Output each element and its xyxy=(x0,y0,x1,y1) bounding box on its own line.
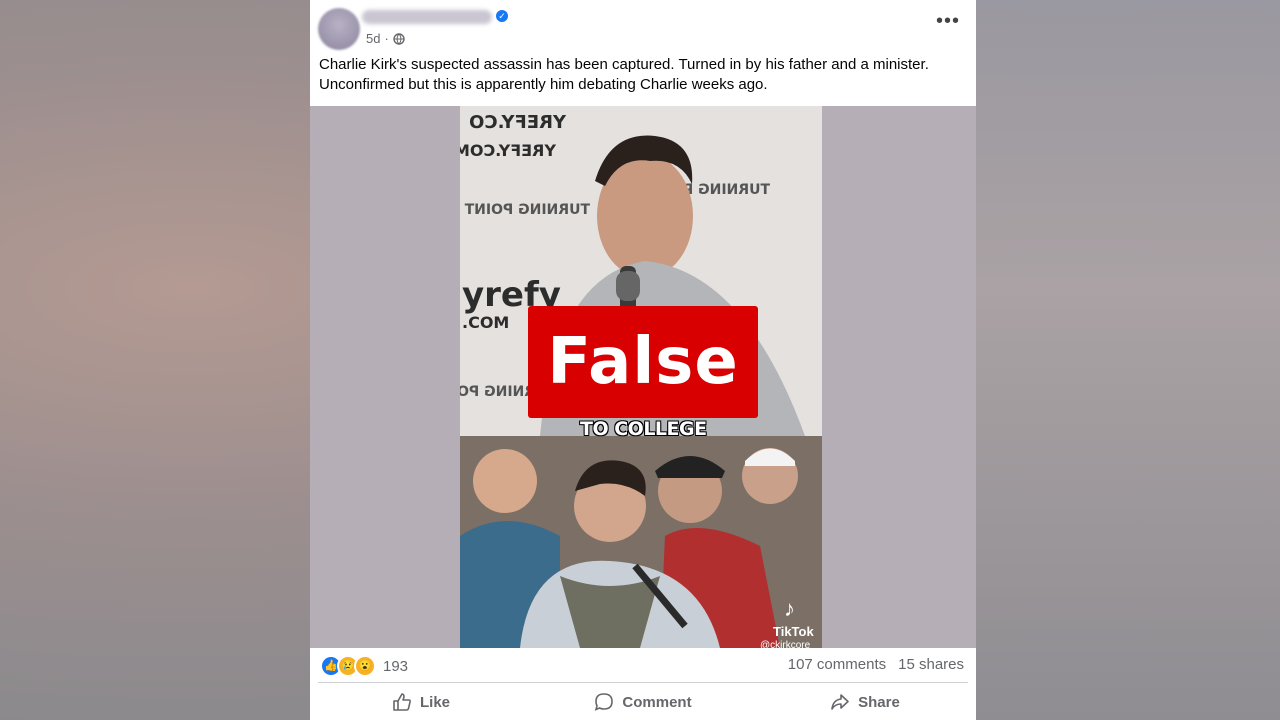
post-meta: 5d · xyxy=(366,31,405,46)
comment-icon xyxy=(595,693,614,711)
backdrop-text-6: .COM xyxy=(462,313,509,332)
post-text-line-1: Charlie Kirk's suspected assassin has be… xyxy=(319,56,929,73)
post-header: ✓ 5d · ••• xyxy=(310,0,976,52)
comment-button[interactable]: Comment xyxy=(532,684,754,720)
post-text-line-2: Unconfirmed but this is apparently him d… xyxy=(319,76,768,93)
post-time[interactable]: 5d xyxy=(366,31,380,46)
reactions-summary[interactable]: 👍 😢 😮 193 xyxy=(320,655,408,677)
avatar[interactable] xyxy=(318,8,360,50)
comments-count[interactable]: 107 comments xyxy=(788,656,886,673)
tiktok-label: TikTok xyxy=(773,624,814,639)
thumbs-up-icon xyxy=(393,693,411,711)
tiktok-icon: ♪ xyxy=(784,596,795,621)
share-icon xyxy=(831,694,849,710)
backdrop-text-3: TURNING POINT USA xyxy=(460,202,590,218)
divider xyxy=(318,682,968,683)
globe-icon xyxy=(393,32,405,45)
caption-text: TO COLLEGE xyxy=(580,418,707,440)
reaction-count[interactable]: 193 xyxy=(383,658,408,675)
facebook-post-card: ✓ 5d · ••• Charlie Kirk's suspected assa… xyxy=(310,0,976,720)
post-actions: Like Comment Share xyxy=(310,684,976,720)
like-button[interactable]: Like xyxy=(310,684,532,720)
more-options-icon[interactable]: ••• xyxy=(936,11,959,36)
post-text: Charlie Kirk's suspected assassin has be… xyxy=(319,55,959,95)
shares-count[interactable]: 15 shares xyxy=(898,656,964,673)
author-name-blurred[interactable] xyxy=(362,10,492,24)
engagement-counts: 107 comments 15 shares xyxy=(788,656,964,673)
tiktok-handle: @ckirkcore xyxy=(760,640,811,648)
backdrop-text-1: YREFY.CO xyxy=(469,112,567,133)
background-blur-right xyxy=(976,0,1280,720)
verified-badge-icon: ✓ xyxy=(496,10,508,22)
backdrop-text-2: YREFY.COM xyxy=(460,141,557,160)
wow-reaction-icon: 😮 xyxy=(354,655,376,677)
share-label: Share xyxy=(858,693,900,711)
meta-separator: · xyxy=(384,31,389,46)
post-media[interactable]: YREFY.CO YREFY.COM TURNING POINT USA TUR… xyxy=(310,106,976,648)
like-label: Like xyxy=(419,693,450,711)
false-check-label: False xyxy=(528,306,758,418)
comment-label: Comment xyxy=(622,693,692,711)
share-button[interactable]: Share xyxy=(754,684,976,720)
post-stats: 👍 😢 😮 193 107 comments 15 shares xyxy=(310,648,976,682)
